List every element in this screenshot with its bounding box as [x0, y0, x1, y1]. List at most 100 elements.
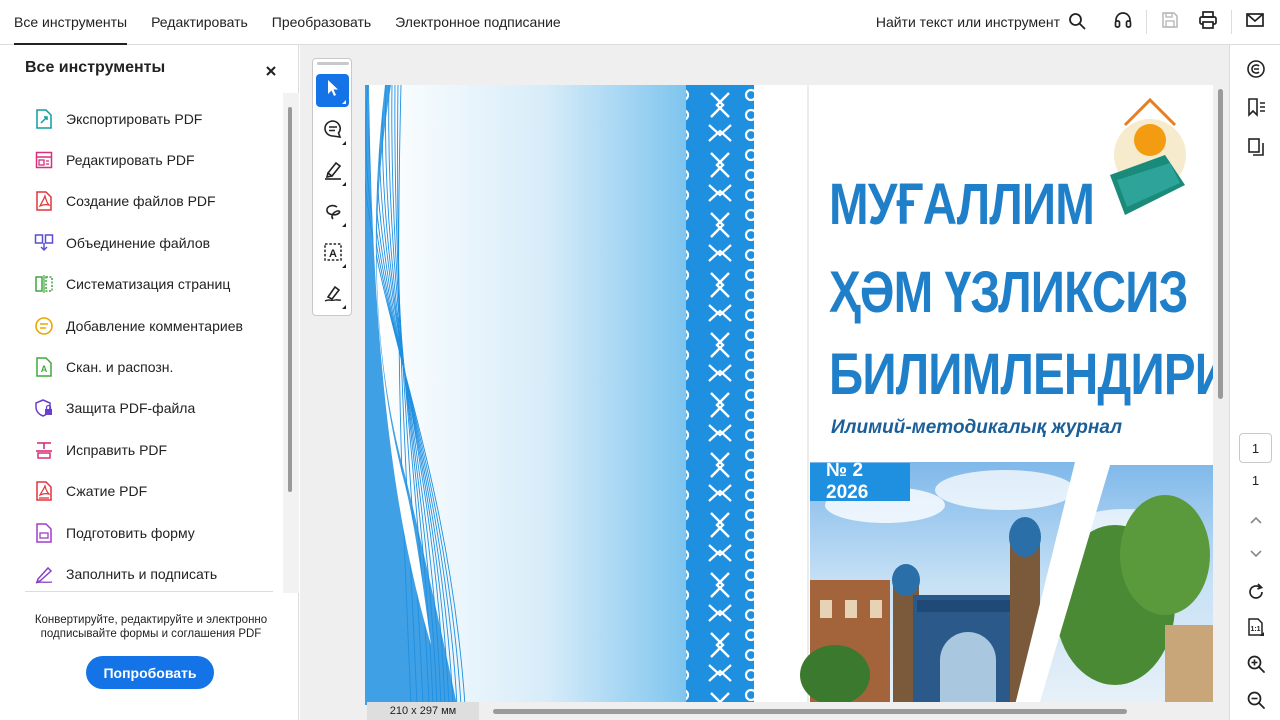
highlight-pen-icon — [323, 160, 343, 185]
zoom-out-icon — [1246, 690, 1266, 715]
copy-pages-button[interactable] — [1242, 135, 1270, 163]
close-icon — [265, 64, 277, 80]
tool-compress-pdf[interactable]: Сжатие PDF — [0, 471, 283, 512]
tools-scrollbar-thumb[interactable] — [288, 107, 292, 492]
export-pdf-icon — [34, 108, 54, 129]
tool-create-pdf[interactable]: Создание файлов PDF — [0, 181, 283, 222]
vertical-scrollbar-thumb[interactable] — [1218, 89, 1223, 399]
redact-pdf-icon — [34, 440, 54, 460]
zoom-out-button[interactable] — [1242, 688, 1270, 716]
protect-pdf-icon — [34, 398, 54, 418]
tab-edit[interactable]: Редактировать — [151, 0, 248, 45]
organize-pages-icon — [34, 274, 54, 294]
cover-title-line1: МУҒАЛЛИМ — [829, 172, 1095, 237]
select-cursor-icon — [325, 79, 341, 102]
top-tabs: Все инструменты Редактировать Преобразов… — [0, 0, 585, 45]
tool-export-pdf[interactable]: Экспортировать PDF — [0, 98, 283, 139]
bookmarks-button[interactable] — [1242, 95, 1270, 123]
panel-title: Все инструменты — [25, 59, 166, 76]
previous-page-button[interactable] — [1242, 507, 1270, 535]
tools-scrollbar[interactable] — [283, 93, 299, 593]
fill-sign-icon — [34, 564, 54, 584]
highlight-button[interactable] — [316, 156, 349, 189]
tab-e-sign[interactable]: Электронное подписание — [395, 0, 561, 45]
current-page-input[interactable]: 1 — [1239, 433, 1272, 463]
save-icon — [1161, 11, 1179, 34]
page-fit-button[interactable]: 1:1 — [1242, 615, 1270, 643]
combine-files-icon — [34, 233, 54, 253]
select-tool-button[interactable] — [316, 74, 349, 107]
toolbar-separator — [1146, 10, 1147, 34]
add-comment-icon — [323, 119, 343, 144]
zoom-in-icon — [1246, 654, 1266, 679]
toolbar-separator — [1231, 10, 1232, 34]
tool-protect-pdf[interactable]: Защита PDF-файла — [0, 388, 283, 429]
tool-fill-sign[interactable]: Заполнить и подписать — [0, 553, 283, 594]
page-size-label: 210 x 297 мм — [367, 702, 479, 720]
promo-text: Конвертируйте, редактируйте и электронно… — [34, 614, 268, 640]
compress-pdf-icon — [34, 481, 54, 501]
comment-icon — [34, 316, 54, 336]
tool-label: Объединение файлов — [66, 234, 211, 251]
close-panel-button[interactable] — [262, 63, 280, 81]
tool-combine-files[interactable]: Объединение файлов — [0, 222, 283, 263]
tool-label: Добавление комментариев — [66, 317, 243, 334]
headphones-icon — [1113, 10, 1133, 35]
next-page-button[interactable] — [1242, 541, 1270, 569]
tool-organize-pages[interactable]: Систематизация страниц — [0, 264, 283, 305]
horizontal-scrollbar-thumb[interactable] — [493, 709, 1127, 714]
tab-convert[interactable]: Преобразовать — [272, 0, 371, 45]
document-viewer: A МУҒАЛЛИМ ҲӘМ ҮЗЛИКСИЗ БИЛИМЛЕНДИР Илим… — [300, 45, 1229, 720]
text-select-button[interactable]: A — [316, 238, 349, 271]
svg-text:1:1: 1:1 — [1250, 626, 1260, 633]
print-icon — [1198, 10, 1218, 35]
chevron-down-icon — [1249, 546, 1263, 564]
tool-label: Создание файлов PDF — [66, 193, 216, 210]
total-pages: 1 — [1251, 473, 1260, 488]
copy-pages-icon — [1246, 137, 1266, 162]
tool-label: Сжатие PDF — [66, 483, 148, 500]
ai-assistant-button[interactable] — [1242, 57, 1270, 85]
share-email-button[interactable] — [1236, 3, 1274, 41]
cover-title-line2: ҲӘМ ҮЗЛИКСИЗ — [829, 260, 1188, 325]
top-right-actions: Найти текст или инструмент — [876, 0, 1280, 45]
save-button[interactable] — [1151, 3, 1189, 41]
zoom-in-button[interactable] — [1242, 652, 1270, 680]
svg-text:A: A — [329, 248, 337, 260]
print-button[interactable] — [1189, 3, 1227, 41]
more-options-corner — [342, 141, 346, 145]
cover-subtitle: Илимий-методикалық журнал — [831, 417, 1123, 438]
read-aloud-button[interactable] — [1104, 3, 1142, 41]
bookmarks-icon — [1246, 97, 1266, 122]
tools-list: Экспортировать PDF Редактировать PDF Соз… — [0, 98, 283, 638]
find-text-or-tool-button[interactable]: Найти текст или инструмент — [876, 12, 1086, 33]
floating-toolbar: A — [312, 58, 352, 316]
tool-redact-pdf[interactable]: Исправить PDF — [0, 429, 283, 470]
tool-label: Скан. и распозн. — [66, 359, 174, 376]
rotate-button[interactable] — [1242, 580, 1270, 608]
prepare-form-icon — [34, 522, 54, 543]
text-select-icon: A — [323, 242, 343, 267]
tool-label: Подготовить форму — [66, 524, 195, 541]
toolbar-grip[interactable] — [317, 62, 349, 65]
tool-scan-ocr[interactable]: A Скан. и распозн. — [0, 346, 283, 387]
refresh-icon — [1246, 582, 1266, 607]
tool-label: Исправить PDF — [66, 441, 168, 458]
all-tools-panel: Все инструменты Экспортировать PDF Редак… — [0, 45, 299, 720]
tab-all-tools[interactable]: Все инструменты — [14, 0, 128, 45]
mail-icon — [1245, 11, 1265, 34]
add-comment-button[interactable] — [316, 115, 349, 148]
try-button[interactable]: Попробовать — [86, 656, 214, 689]
pdf-page[interactable]: МУҒАЛЛИМ ҲӘМ ҮЗЛИКСИЗ БИЛИМЛЕНДИРИЎ Илим… — [365, 85, 1213, 705]
tool-label: Заполнить и подписать — [66, 565, 218, 582]
fill-sign-tool-button[interactable] — [316, 279, 349, 312]
right-rail: 1 1 1:1 — [1229, 45, 1280, 720]
create-pdf-icon — [34, 191, 54, 212]
more-options-corner — [342, 100, 346, 104]
tool-add-comments[interactable]: Добавление комментариев — [0, 305, 283, 346]
fill-sign-pen-icon — [323, 283, 343, 308]
scan-ocr-icon: A — [34, 357, 54, 377]
tool-edit-pdf[interactable]: Редактировать PDF — [0, 139, 283, 180]
draw-button[interactable] — [316, 197, 349, 230]
tool-prepare-form[interactable]: Подготовить форму — [0, 512, 283, 553]
